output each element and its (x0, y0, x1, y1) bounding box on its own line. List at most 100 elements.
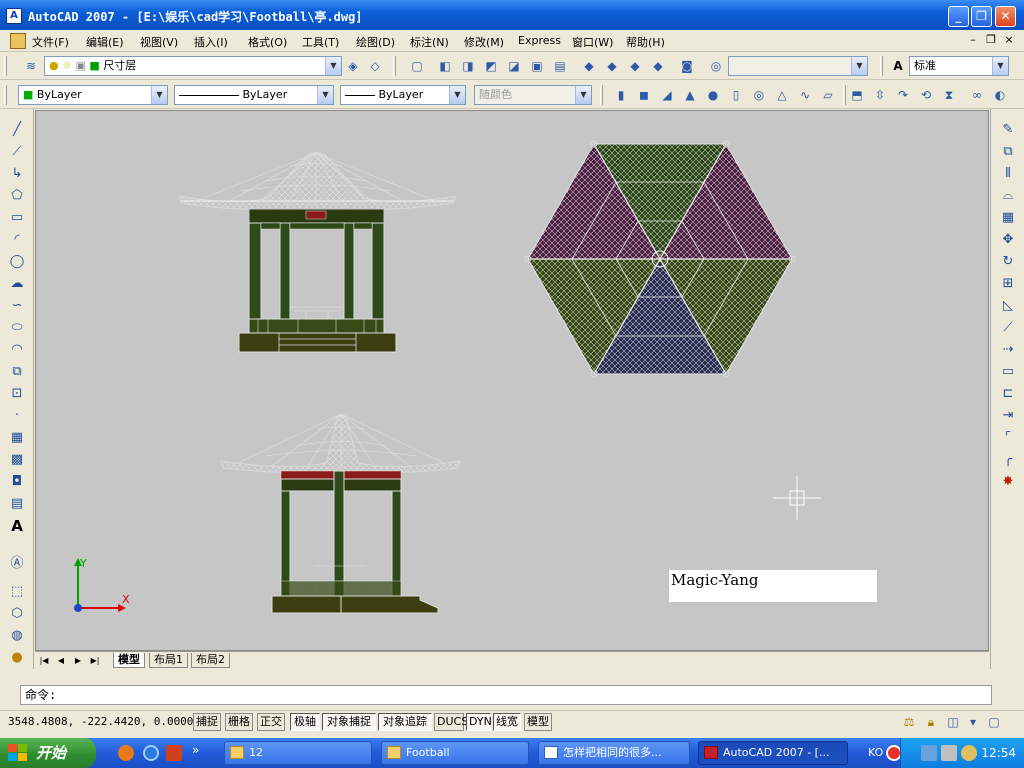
stretch-icon[interactable]: ◺ (999, 297, 1017, 315)
toolbar-grip[interactable] (393, 56, 396, 76)
menu-view[interactable]: 视图(V) (140, 34, 178, 50)
maximize-button[interactable]: ❐ (971, 6, 992, 27)
ortho-toggle[interactable]: 正交 (257, 713, 285, 731)
menu-express[interactable]: Express (518, 34, 561, 47)
dyn-toggle[interactable]: DYN (466, 713, 492, 731)
doc-close-button[interactable]: × (1002, 33, 1016, 46)
nw-iso-view-icon[interactable]: ◆ (649, 57, 667, 75)
menu-dimension[interactable]: 标注(N) (410, 34, 449, 50)
annotation-scale-icon[interactable]: ⚖ (900, 713, 918, 731)
quicklaunch-expand-icon[interactable]: » (192, 743, 199, 757)
first-tab-icon[interactable]: |◀ (37, 654, 51, 667)
ellipse-icon[interactable]: ⬭ (8, 319, 26, 337)
material-icon[interactable]: ● (8, 649, 26, 667)
front-view-icon[interactable]: ▣ (528, 57, 546, 75)
arc-icon[interactable]: ◜ (8, 231, 26, 249)
spline-icon[interactable]: ∽ (8, 297, 26, 315)
planar-surface-icon[interactable]: ▱ (819, 86, 837, 104)
mirror-icon[interactable]: ⫴ (999, 165, 1017, 183)
app-quicklaunch-icon[interactable] (166, 745, 182, 761)
plotstyle-dropdown[interactable]: 随颜色 ▼ (474, 85, 592, 105)
tab-layout1[interactable]: 布局1 (149, 653, 188, 668)
pyramid-icon[interactable]: △ (773, 86, 791, 104)
autocad-app-icon[interactable]: A (6, 8, 22, 24)
text-style-icon[interactable]: Ⓐ (8, 555, 26, 573)
title-bar[interactable]: A AutoCAD 2007 - [E:\娱乐\cad学习\Football\亭… (0, 0, 1024, 30)
union-icon[interactable]: ∞ (968, 86, 986, 104)
sphere-icon[interactable]: ● (704, 86, 722, 104)
torus-icon[interactable]: ◎ (750, 86, 768, 104)
cylinder-icon[interactable]: ▯ (727, 86, 745, 104)
doc-minimize-button[interactable]: – (966, 33, 980, 46)
tab-model[interactable]: 模型 (113, 653, 145, 668)
extend-icon[interactable]: ⇢ (999, 341, 1017, 359)
document-icon[interactable] (10, 33, 26, 49)
communication-center-icon[interactable]: ◫ (944, 713, 962, 731)
toolbar-grip[interactable] (880, 56, 883, 76)
box-icon[interactable]: ◼ (635, 86, 653, 104)
minimize-button[interactable]: _ (948, 6, 969, 27)
lineweight-toggle[interactable]: 线宽 (493, 713, 521, 731)
firefox-icon[interactable] (118, 745, 134, 761)
osnap-toggle[interactable]: 对象捕捉 (322, 713, 376, 731)
menu-help[interactable]: 帮助(H) (626, 34, 665, 50)
subtract-icon[interactable]: ◐ (991, 86, 1009, 104)
volume-icon[interactable] (941, 745, 957, 761)
snap-toggle[interactable]: 捕捉 (193, 713, 221, 731)
toolbar-lock-icon[interactable]: 🔒︎ (922, 713, 940, 731)
task-browser[interactable]: 怎样把相同的很多... (538, 741, 690, 765)
array-icon[interactable]: ▦ (999, 209, 1017, 227)
bottom-view-icon[interactable]: ◨ (459, 57, 477, 75)
toolbar-grip[interactable] (600, 85, 603, 105)
layer-dropdown[interactable]: ● ☼ ▣ ■ 尺寸层 ▼ (44, 56, 342, 76)
task-folder-football[interactable]: Football (381, 741, 529, 765)
menu-format[interactable]: 格式(O) (248, 34, 287, 50)
task-autocad[interactable]: AutoCAD 2007 - [... (698, 741, 848, 765)
toolbar-grip[interactable] (843, 85, 846, 105)
helix-icon[interactable]: ∿ (796, 86, 814, 104)
construction-line-icon[interactable]: ⟋ (8, 143, 26, 161)
camera-icon[interactable]: ◙ (678, 57, 696, 75)
menu-draw[interactable]: 绘图(D) (356, 34, 395, 50)
ne-iso-view-icon[interactable]: ◆ (626, 57, 644, 75)
next-tab-icon[interactable]: ▶ (71, 654, 85, 667)
ducs-toggle[interactable]: DUCS (434, 713, 468, 731)
named-views-icon[interactable]: ▢ (408, 57, 426, 75)
3d-box-icon[interactable]: ⬚ (8, 583, 26, 601)
ime-indicator[interactable]: KO (868, 746, 883, 759)
circle-icon[interactable]: ◯ (8, 253, 26, 271)
left-view-icon[interactable]: ◩ (482, 57, 500, 75)
status-menu-icon[interactable]: ▾ (964, 713, 982, 731)
menu-insert[interactable]: 插入(I) (194, 34, 228, 50)
rotate-icon[interactable]: ↻ (999, 253, 1017, 271)
erase-icon[interactable]: ✎ (999, 121, 1017, 139)
hatch-icon[interactable]: ▦ (8, 429, 26, 447)
make-layer-current-icon[interactable]: ◈ (344, 57, 362, 75)
rectangle-icon[interactable]: ▭ (8, 209, 26, 227)
table-icon[interactable]: ▤ (8, 495, 26, 513)
back-view-icon[interactable]: ▤ (551, 57, 569, 75)
linetype-dropdown[interactable]: ByLayer ▼ (174, 85, 334, 105)
text-style-dropdown[interactable]: 标准 ▼ (909, 56, 1009, 76)
menu-window[interactable]: 窗口(W) (572, 34, 613, 50)
magic-yang-text-label[interactable]: Magic-Yang (669, 570, 877, 602)
presspull-icon[interactable]: ⇳ (871, 86, 889, 104)
loft-icon[interactable]: ⧗ (940, 86, 958, 104)
sphere-render-icon[interactable]: ◍ (8, 627, 26, 645)
scale-icon[interactable]: ⊞ (999, 275, 1017, 293)
command-input[interactable]: 命令: (20, 685, 992, 705)
revolve-icon[interactable]: ⟲ (917, 86, 935, 104)
ie-icon[interactable] (143, 745, 159, 761)
trim-icon[interactable]: ⟋ (999, 319, 1017, 337)
grid-toggle[interactable]: 栅格 (225, 713, 253, 731)
security-icon[interactable] (961, 745, 977, 761)
layer-manager-icon[interactable]: ≋ (22, 57, 40, 75)
doc-restore-button[interactable]: ❐ (984, 33, 998, 46)
insert-block-icon[interactable]: ⧉ (8, 363, 26, 381)
view-dropdown[interactable]: ▼ (728, 56, 868, 76)
right-view-icon[interactable]: ◪ (505, 57, 523, 75)
layer-previous-icon[interactable]: ◇ (366, 57, 384, 75)
clean-screen-icon[interactable]: ▢ (985, 713, 1003, 731)
last-tab-icon[interactable]: ▶| (88, 654, 102, 667)
sweep-icon[interactable]: ↷ (894, 86, 912, 104)
